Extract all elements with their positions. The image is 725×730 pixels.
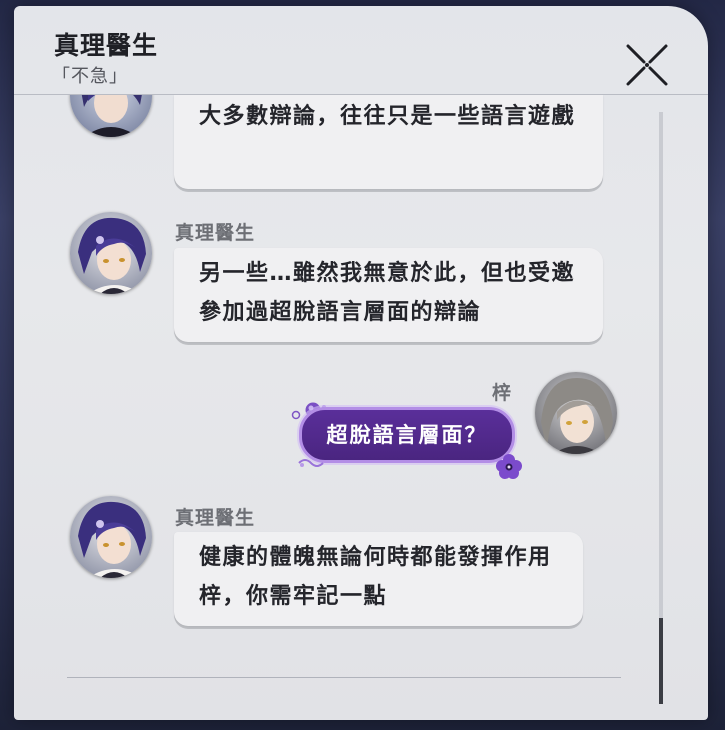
chat-bottom-divider — [67, 677, 621, 678]
scrollbar-thumb[interactable] — [659, 618, 663, 704]
dialog-subtitle: 「不急」 — [52, 66, 128, 87]
sender-name: 真理醫生 — [175, 222, 256, 244]
dr-ratio-avatar — [70, 95, 152, 137]
message-bubble-1: 大多數辯論，往往只是一些語言遊戲 — [174, 95, 603, 189]
message-bubble-2: 另一些…雖然我無意於此，但也受邀參加過超脫語言層面的辯論 — [174, 248, 603, 342]
trailblazer-avatar — [535, 372, 617, 454]
dr-ratio-avatar — [70, 212, 152, 294]
flower-icon — [494, 452, 524, 480]
message-bubble-4: 健康的體魄無論何時都能發揮作用梓，你需牢記一點 — [174, 532, 583, 626]
chat-log[interactable]: 大多數辯論，往往只是一些語言遊戲 真理醫生 另一些…雖然我無意於此，但也受邀參加… — [14, 95, 654, 685]
scrollbar-track[interactable] — [659, 112, 663, 704]
player-message-bubble: 超脫語言層面？ — [299, 407, 515, 463]
close-x-icon — [626, 44, 668, 86]
dr-ratio-avatar — [70, 496, 152, 578]
chat-dialog-panel: 真理醫生 「不急」 大多數辯論，往往只是一些語言遊戲 真理醫生 另一些…雖然我無… — [14, 6, 708, 720]
sender-name: 真理醫生 — [175, 507, 256, 529]
sender-name: 梓 — [492, 382, 513, 404]
dialog-title: 真理醫生 — [54, 31, 159, 60]
bubble-sparkle-icon — [297, 455, 325, 469]
dialog-header: 真理醫生 「不急」 — [14, 6, 708, 96]
close-button[interactable] — [624, 42, 670, 88]
